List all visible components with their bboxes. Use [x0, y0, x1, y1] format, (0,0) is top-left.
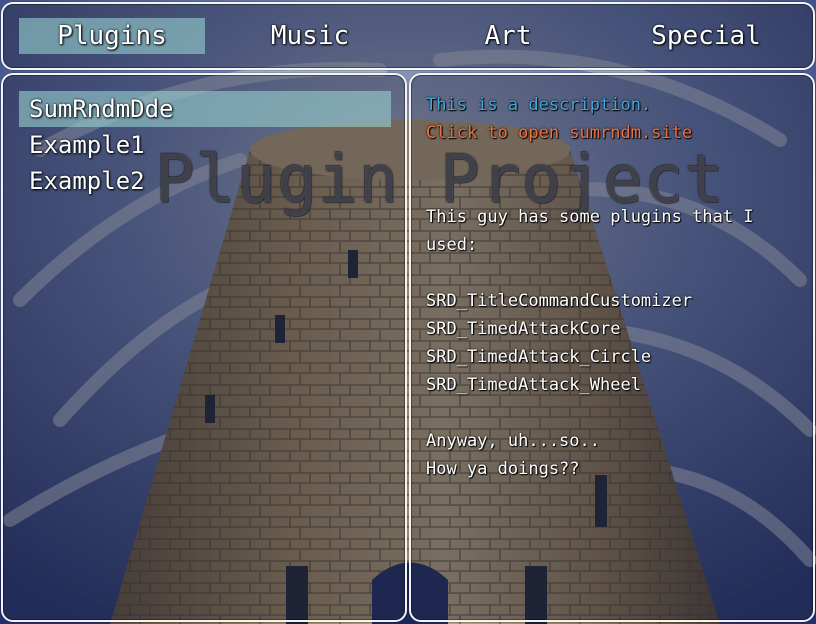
description-text: This is a description. — [426, 95, 652, 115]
body-text-line: used: — [426, 235, 478, 255]
body-text-line: Anyway, uh...so.. — [426, 431, 600, 451]
list-item-example2[interactable]: Example2 — [19, 163, 391, 199]
tab-music[interactable]: Music — [217, 18, 403, 54]
plugin-name-line: SRD_TimedAttack_Circle — [426, 347, 652, 367]
plugin-name-line: SRD_TimedAttack_Wheel — [426, 375, 641, 395]
body-text-line: This guy has some plugins that I — [426, 207, 754, 227]
description-window: This is a description. Click to open sum… — [409, 73, 815, 622]
credit-list-window: SumRndmDde Example1 Example2 — [1, 73, 407, 622]
plugin-name-line: SRD_TitleCommandCustomizer — [426, 291, 693, 311]
tab-art[interactable]: Art — [415, 18, 601, 54]
category-window: Plugins Music Art Special — [1, 2, 815, 70]
list-item-example1[interactable]: Example1 — [19, 127, 391, 163]
tab-plugins[interactable]: Plugins — [19, 18, 205, 54]
plugin-name-line: SRD_TimedAttackCore — [426, 319, 621, 339]
tab-special[interactable]: Special — [613, 18, 799, 54]
body-text-line: How ya doings?? — [426, 459, 580, 479]
list-item-sumrndmdde[interactable]: SumRndmDde — [19, 91, 391, 127]
open-site-link[interactable]: Click to open sumrndm.site — [426, 119, 692, 147]
